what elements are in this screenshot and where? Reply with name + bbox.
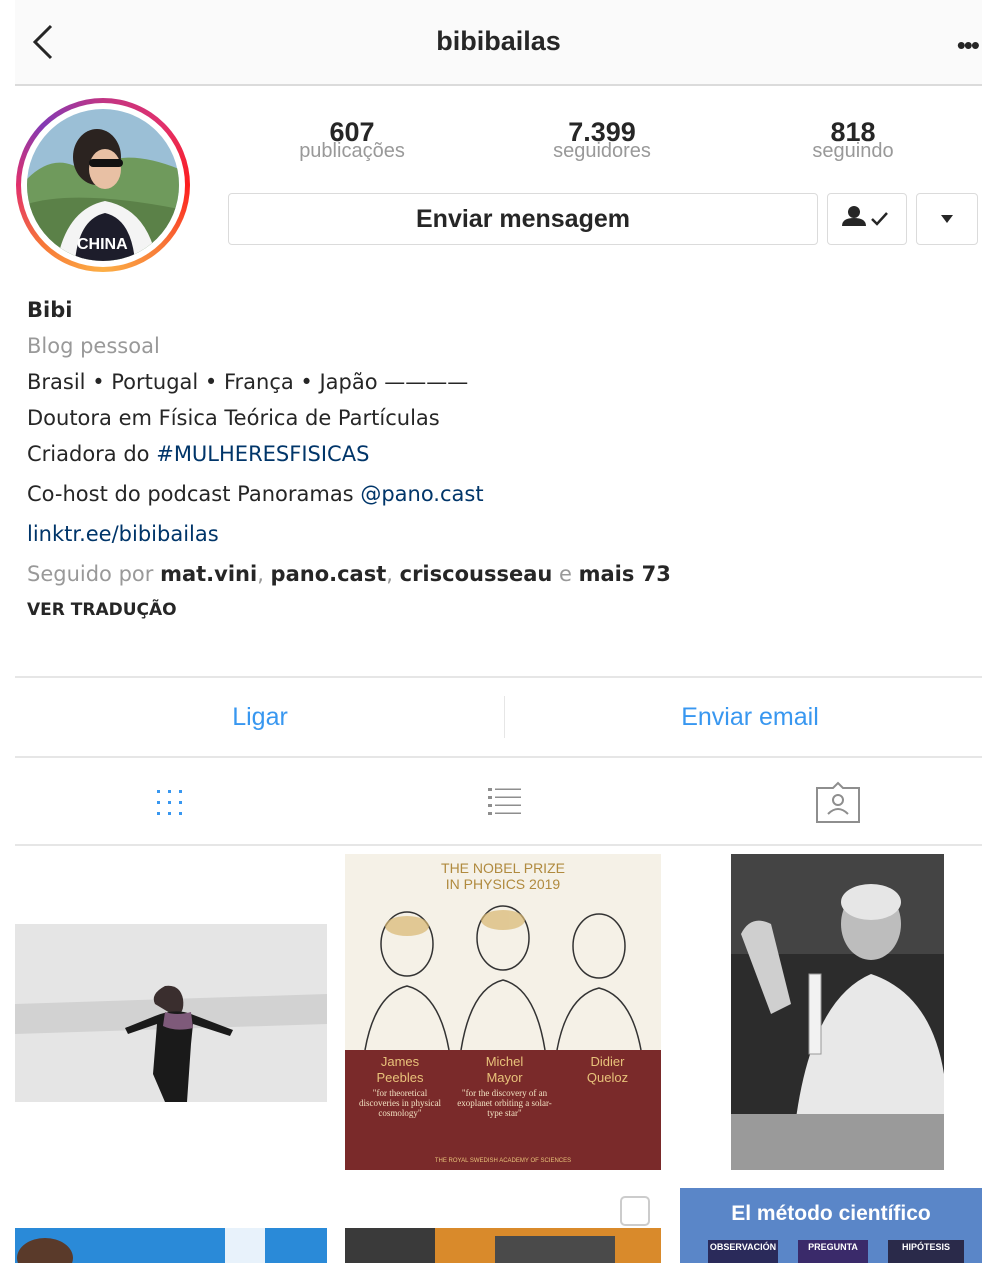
separator: , <box>386 562 400 586</box>
blue-photo <box>15 1228 327 1263</box>
follower-link[interactable]: mat.vini <box>160 562 257 586</box>
bio-line-creator: Criadora do #MULHERESFISICAS <box>27 436 927 472</box>
grid-post-blue[interactable] <box>15 1228 327 1263</box>
profile-category: Blog pessoal <box>27 334 160 358</box>
followed-by-line: Seguido por mat.vini, pano.cast, criscou… <box>27 556 927 592</box>
profile-full-name: Bibi <box>27 298 73 322</box>
following-toggle-button[interactable] <box>827 193 907 245</box>
nobel-title-line1: THE NOBEL PRIZE <box>441 860 565 876</box>
scientist-photo <box>731 854 944 1170</box>
laureate-citation: "for theoretical discoveries in physical… <box>359 1088 441 1118</box>
laureate-last-name: Mayor <box>486 1070 523 1085</box>
tagged-photos-icon[interactable] <box>813 778 863 828</box>
bio-line-countries: Brasil • Portugal • França • Japão ———— <box>27 370 469 394</box>
laureate-last-name: Peebles <box>376 1070 424 1085</box>
hashtag-link[interactable]: #MULHERESFISICAS <box>156 442 369 466</box>
grid-post-snow[interactable] <box>15 924 327 1102</box>
laptop-photo <box>345 1228 661 1263</box>
laureate-1: James Peebles "for theoretical discoveri… <box>355 1054 445 1118</box>
posts-count: 607 publicações <box>252 118 452 162</box>
laureate-first-name: James <box>380 1054 420 1069</box>
separator: , <box>257 562 271 586</box>
bio-line-podcast: Co-host do podcast Panoramas @pano.cast <box>27 476 927 512</box>
laureate-2: Michel Mayor "for the discovery of an ex… <box>457 1054 552 1118</box>
laureate-last-name: Queloz <box>586 1070 629 1085</box>
caret-down-icon <box>941 215 953 223</box>
list-view-icon[interactable] <box>480 778 530 828</box>
posts-count-label: publicações <box>299 140 405 162</box>
followers-count-label: seguidores <box>553 140 651 162</box>
svg-text:CHINA: CHINA <box>77 236 128 253</box>
grid-view-icon[interactable] <box>145 778 195 828</box>
followed-by-prefix: Seguido por <box>27 562 161 586</box>
nobel-artwork <box>345 854 661 1170</box>
followers-count[interactable]: 7.399 seguidores <box>502 118 702 162</box>
suggestions-dropdown-button[interactable] <box>916 193 978 245</box>
metodo-title: El método científico <box>731 1202 931 1225</box>
follower-link[interactable]: pano.cast <box>271 562 387 586</box>
call-button[interactable]: Ligar <box>15 678 505 756</box>
see-translation-link[interactable]: VER TRADUÇÃO <box>27 600 927 620</box>
laureate-3: Didier Queloz <box>560 1054 655 1086</box>
bio-line-doctorate: Doutora em Física Teórica de Partículas <box>27 406 440 430</box>
profile-bio: Bibi Blog pessoal Brasil • Portugal • Fr… <box>27 292 927 620</box>
separator: e <box>552 562 579 586</box>
profile-username-title: bibibailas <box>436 26 561 56</box>
following-count-label: seguindo <box>812 140 894 162</box>
snow-photo <box>15 924 327 1102</box>
laureate-citation: "for the discovery of an exoplanet orbit… <box>457 1088 552 1118</box>
bio-creator-text: Criadora do <box>27 442 157 466</box>
laureate-first-name: Michel <box>485 1054 524 1069</box>
grid-post-nobel[interactable]: THE NOBEL PRIZE IN PHYSICS 2019 James Pe… <box>345 854 661 1170</box>
contact-actions-bar: Ligar Enviar email <box>15 676 982 758</box>
avatar: CHINA <box>27 109 179 261</box>
metodo-step-1: OBSERVACIÓN <box>708 1240 778 1263</box>
profile-view-tabs <box>15 758 982 846</box>
person-check-icon <box>842 206 888 226</box>
top-navigation-bar: bibibailas ••• <box>15 0 982 86</box>
metodo-step-3: HIPÓTESIS <box>888 1240 964 1263</box>
profile-avatar-story-ring[interactable]: CHINA <box>16 98 190 272</box>
metodo-step-2: PREGUNTA <box>798 1240 868 1263</box>
nobel-footer: THE ROYAL SWEDISH ACADEMY OF SCIENCES <box>434 1158 572 1164</box>
nobel-title-line2: IN PHYSICS 2019 <box>445 876 561 892</box>
grid-post-metodo[interactable]: El método científico OBSERVACIÓN PREGUNT… <box>680 1188 982 1263</box>
email-button[interactable]: Enviar email <box>505 678 982 756</box>
grid-post-scientist[interactable] <box>731 854 944 1170</box>
multi-post-indicator-icon <box>620 1196 650 1226</box>
grid-post-laptop[interactable] <box>345 1228 661 1263</box>
laureate-first-name: Didier <box>590 1054 625 1069</box>
more-options-icon[interactable]: ••• <box>957 30 980 61</box>
website-link[interactable]: linktr.ee/bibibailas <box>27 516 927 552</box>
followed-by-more-link[interactable]: mais 73 <box>579 562 671 586</box>
bio-podcast-text: Co-host do podcast Panoramas <box>27 482 361 506</box>
follower-link[interactable]: criscousseau <box>400 562 553 586</box>
mention-link[interactable]: @pano.cast <box>360 482 483 506</box>
following-count[interactable]: 818 seguindo <box>753 118 953 162</box>
send-message-button[interactable]: Enviar mensagem <box>228 193 818 245</box>
